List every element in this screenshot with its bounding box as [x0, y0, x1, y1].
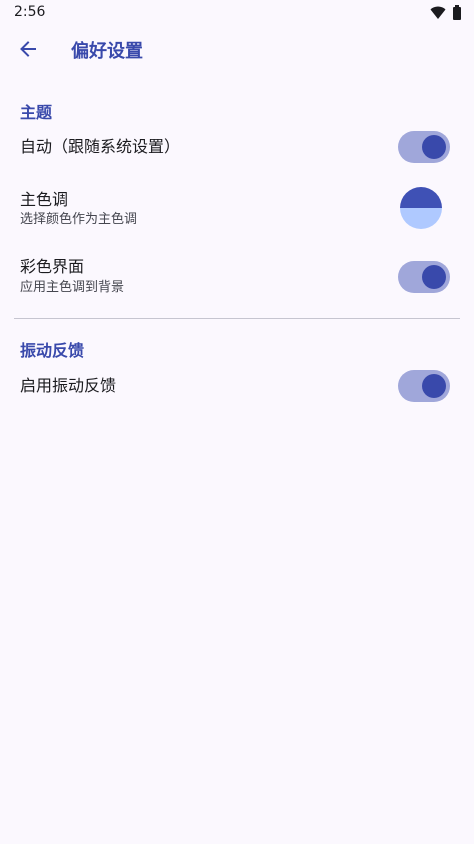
pref-title: 自动（跟随系统设置）: [20, 137, 181, 156]
section-header-haptics: 振动反馈: [20, 341, 85, 360]
pref-primary-color[interactable]: 主色调 选择颜色作为主色调: [0, 184, 474, 236]
section-divider: [14, 318, 460, 319]
pref-auto-theme[interactable]: 自动（跟随系统设置）: [0, 126, 474, 168]
status-time: 2:56: [14, 4, 46, 20]
colorful-ui-switch[interactable]: [398, 261, 450, 293]
pref-title: 启用振动反馈: [20, 376, 117, 395]
pref-enable-haptics[interactable]: 启用振动反馈: [0, 365, 474, 407]
section-header-theme: 主题: [20, 103, 53, 122]
haptics-switch[interactable]: [398, 370, 450, 402]
switch-thumb: [422, 374, 446, 398]
pref-colorful-ui[interactable]: 彩色界面 应用主色调到背景: [0, 253, 474, 305]
swatch-dark-half: [400, 187, 442, 208]
primary-color-swatch[interactable]: [400, 187, 442, 229]
pref-title: 彩色界面: [20, 257, 85, 276]
battery-icon: [452, 5, 462, 24]
arrow-back-icon: [18, 39, 38, 63]
auto-theme-switch[interactable]: [398, 131, 450, 163]
page-title: 偏好设置: [71, 41, 143, 62]
status-icons: [430, 5, 462, 24]
back-button[interactable]: [8, 31, 48, 71]
switch-thumb: [422, 265, 446, 289]
app-bar: 偏好设置: [0, 26, 474, 80]
wifi-icon: [430, 5, 446, 24]
status-bar: 2:56: [0, 0, 474, 26]
pref-summary: 应用主色调到背景: [20, 280, 125, 295]
swatch-light-half: [400, 208, 442, 229]
switch-thumb: [422, 135, 446, 159]
pref-summary: 选择颜色作为主色调: [20, 212, 138, 227]
pref-title: 主色调: [20, 190, 69, 209]
